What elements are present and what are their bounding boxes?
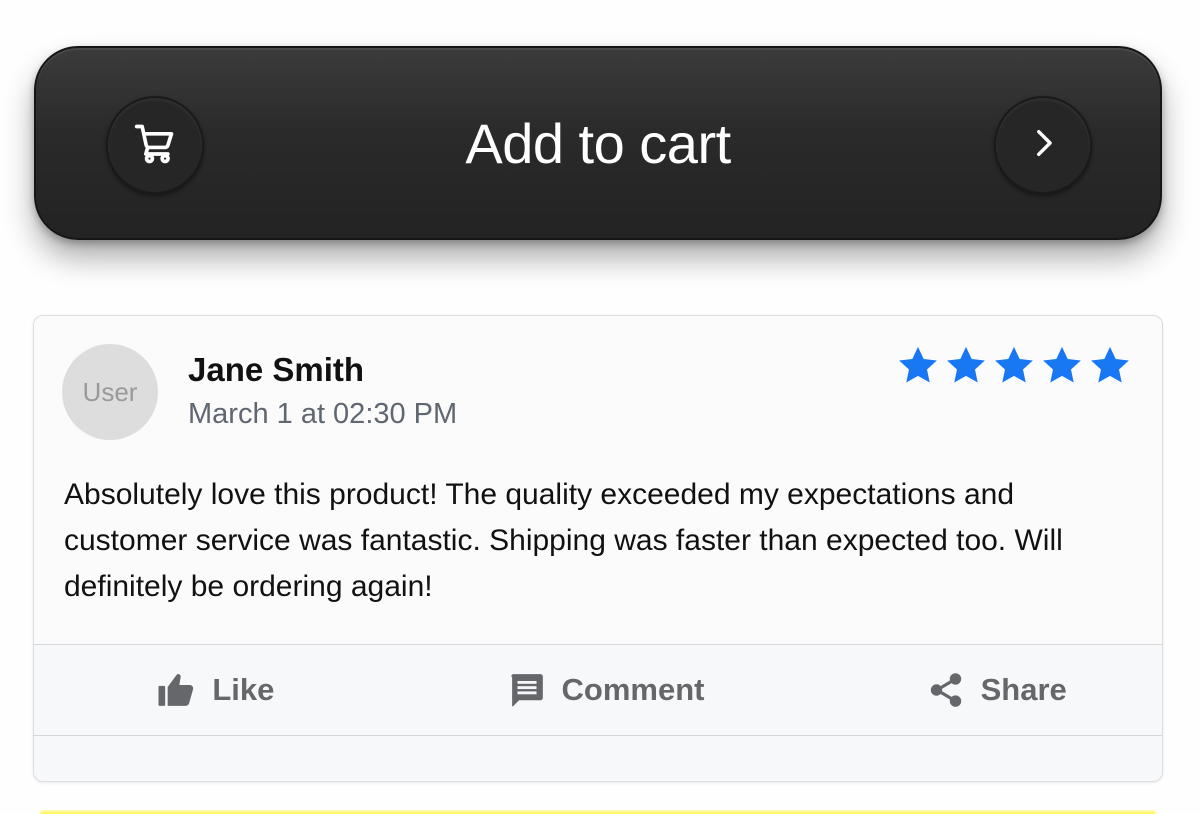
review-date: March 1 at 02:30 PM — [188, 398, 458, 430]
page: Add to cart User Jane Smith March 1 at 0… — [0, 0, 1200, 814]
star-icon — [1091, 346, 1129, 383]
like-label: Like — [212, 672, 275, 707]
star-icon — [947, 346, 985, 383]
comment-icon — [508, 671, 546, 709]
star-rating — [896, 344, 1132, 388]
share-button[interactable]: Share — [801, 645, 1162, 735]
review-card: User Jane Smith March 1 at 02:30 PM Abso… — [33, 315, 1163, 782]
next-item-edge — [40, 810, 1156, 814]
share-label: Share — [980, 672, 1067, 707]
review-text: Absolutely love this product! The qualit… — [64, 478, 1063, 603]
card-footer — [34, 736, 1162, 781]
add-to-cart-button[interactable]: Add to cart — [34, 46, 1162, 240]
star-icon — [899, 346, 937, 383]
comment-label: Comment — [561, 672, 705, 707]
chevron-right-icon — [1026, 126, 1060, 165]
avatar[interactable]: User — [62, 344, 158, 440]
review-action-bar: Like Comment Share — [34, 644, 1162, 736]
thumbs-up-icon — [156, 670, 196, 710]
share-icon — [927, 671, 965, 709]
add-to-cart-label: Add to cart — [465, 112, 731, 175]
star-icon — [1043, 346, 1081, 383]
comment-button[interactable]: Comment — [411, 645, 802, 735]
like-button[interactable]: Like — [34, 645, 411, 735]
reviewer-name[interactable]: Jane Smith — [188, 350, 364, 390]
star-icon — [995, 346, 1033, 383]
chevron-badge — [994, 96, 1092, 194]
